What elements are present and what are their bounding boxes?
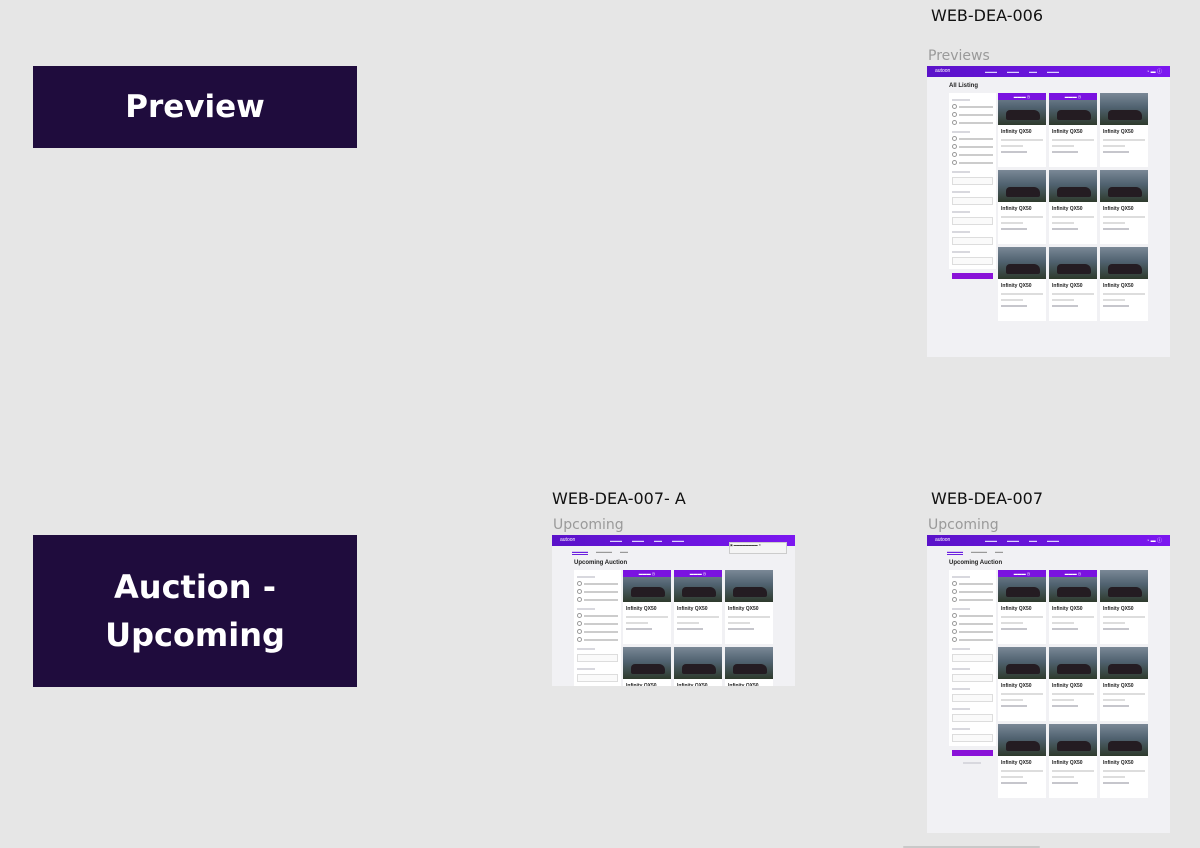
frame-subtitle-007a: Upcoming	[553, 517, 624, 533]
mock-listing-card: Infinity QX50	[623, 647, 671, 686]
mock-filter-sidebar	[574, 570, 621, 686]
frame-web-dea-006[interactable]: autoon ▬▬▬ ▬▬▬ ▬▬ ▬▬▬ ◔ ▬ ⓘ All Listing ▬▬▬…	[927, 66, 1170, 357]
mock-card-grid: ▬▬▬ ◷ Infinity QX50 ▬▬▬ ◷ Infinity QX50 In…	[623, 570, 773, 686]
mock-navbar: autoon ▬▬▬ ▬▬▬ ▬▬ ▬▬▬ ◔ ▬ ⓘ	[927, 66, 1170, 77]
frame-web-dea-007-a[interactable]: autoon ▬▬▬ ▬▬▬ ▬▬ ▬▬▬ ▣ ▬▬▬▬▬▬▬▬ ✕ ▬▬▬▬ ▬▬▬▬…	[552, 535, 795, 686]
preview-section-text: Preview	[125, 89, 265, 125]
mock-subtabs: ▬▬▬▬ ▬▬▬▬ ▬▬	[947, 549, 1003, 555]
mock-nav-links: ▬▬▬ ▬▬▬ ▬▬ ▬▬▬	[985, 538, 1059, 543]
mock-listing-card: Infinity QX50	[998, 247, 1046, 321]
frame-title-006[interactable]: WEB-DEA-006	[931, 6, 1043, 25]
mock-listing-card: Infinity QX50	[1100, 247, 1148, 321]
mock-listing-card: Infinity QX50	[1049, 247, 1097, 321]
mock-listing-card: ▬▬▬ ◷ Infinity QX50	[998, 570, 1046, 644]
preview-section-label: Preview	[33, 66, 357, 148]
auction-upcoming-section-label: Auction - Upcoming	[33, 535, 357, 687]
mock-listing-card: ▬▬▬ ◷ Infinity QX50	[1049, 93, 1097, 167]
mock-heading: All Listing	[949, 83, 978, 89]
mock-listing-card: ▬▬▬ ◷ Infinity QX50	[623, 570, 671, 644]
mock-listing-card: ▬▬▬ ◷ Infinity QX50	[998, 93, 1046, 167]
mock-nav-links: ▬▬▬ ▬▬▬ ▬▬ ▬▬▬	[610, 538, 684, 543]
mock-notification-toast: ▣ ▬▬▬▬▬▬▬▬ ✕	[729, 542, 787, 554]
frame-title-007[interactable]: WEB-DEA-007	[931, 489, 1043, 508]
mock-listing-card: Infinity QX50	[725, 647, 773, 686]
mock-card-grid: ▬▬▬ ◷ Infinity QX50 ▬▬▬ ◷ Infinity QX50 In…	[998, 570, 1148, 798]
auction-label-line1: Auction -	[114, 568, 276, 606]
mock-subtabs: ▬▬▬▬ ▬▬▬▬ ▬▬	[572, 549, 628, 555]
mock-filter-sidebar	[949, 93, 996, 279]
mock-logo: autoon	[935, 68, 951, 74]
mock-filter-sidebar	[949, 570, 996, 764]
mock-heading: Upcoming Auction	[949, 560, 1003, 566]
mock-listing-card: Infinity QX50	[1100, 170, 1148, 244]
mock-listing-card: Infinity QX50	[1049, 170, 1097, 244]
mock-listing-card: ▬▬▬ ◷ Infinity QX50	[1049, 570, 1097, 644]
frame-subtitle-007: Upcoming	[928, 517, 999, 533]
frame-web-dea-007[interactable]: autoon ▬▬▬ ▬▬▬ ▬▬ ▬▬▬ ◔ ▬ ⓘ ▬▬▬▬ ▬▬▬▬ ▬▬ Upco…	[927, 535, 1170, 833]
auction-label-line2: Upcoming	[105, 616, 285, 654]
mock-listing-card: Infinity QX50	[1100, 647, 1148, 721]
mock-listing-card: Infinity QX50	[1100, 570, 1148, 644]
frame-title-007a[interactable]: WEB-DEA-007- A	[552, 489, 686, 508]
mock-listing-card: Infinity QX50	[1049, 647, 1097, 721]
mock-listing-card: ▬▬▬ ◷ Infinity QX50	[674, 570, 722, 644]
mock-nav-links: ▬▬▬ ▬▬▬ ▬▬ ▬▬▬	[985, 69, 1059, 74]
mock-logo: autoon	[935, 537, 951, 543]
mock-listing-card: Infinity QX50	[1049, 724, 1097, 798]
mock-logo: autoon	[560, 537, 576, 543]
frame-subtitle-006: Previews	[928, 48, 990, 64]
mock-listing-card: Infinity QX50	[998, 647, 1046, 721]
mock-listing-card: Infinity QX50	[998, 170, 1046, 244]
mock-listing-card: Infinity QX50	[1100, 93, 1148, 167]
mock-navbar: autoon ▬▬▬ ▬▬▬ ▬▬ ▬▬▬ ◔ ▬ ⓘ	[927, 535, 1170, 546]
mock-nav-user-icon: ◔ ▬ ⓘ	[1146, 69, 1162, 75]
mock-listing-card: Infinity QX50	[674, 647, 722, 686]
mock-card-grid: ▬▬▬ ◷ Infinity QX50 ▬▬▬ ◷ Infinity QX50 In…	[998, 93, 1148, 321]
mock-listing-card: Infinity QX50	[1100, 724, 1148, 798]
mock-nav-user-icon: ◔ ▬ ⓘ	[1146, 538, 1162, 544]
mock-listing-card: Infinity QX50	[998, 724, 1046, 798]
mock-heading: Upcoming Auction	[574, 560, 628, 566]
mock-apply-button	[952, 273, 993, 279]
mock-apply-button	[952, 750, 993, 756]
mock-listing-card: Infinity QX50	[725, 570, 773, 644]
